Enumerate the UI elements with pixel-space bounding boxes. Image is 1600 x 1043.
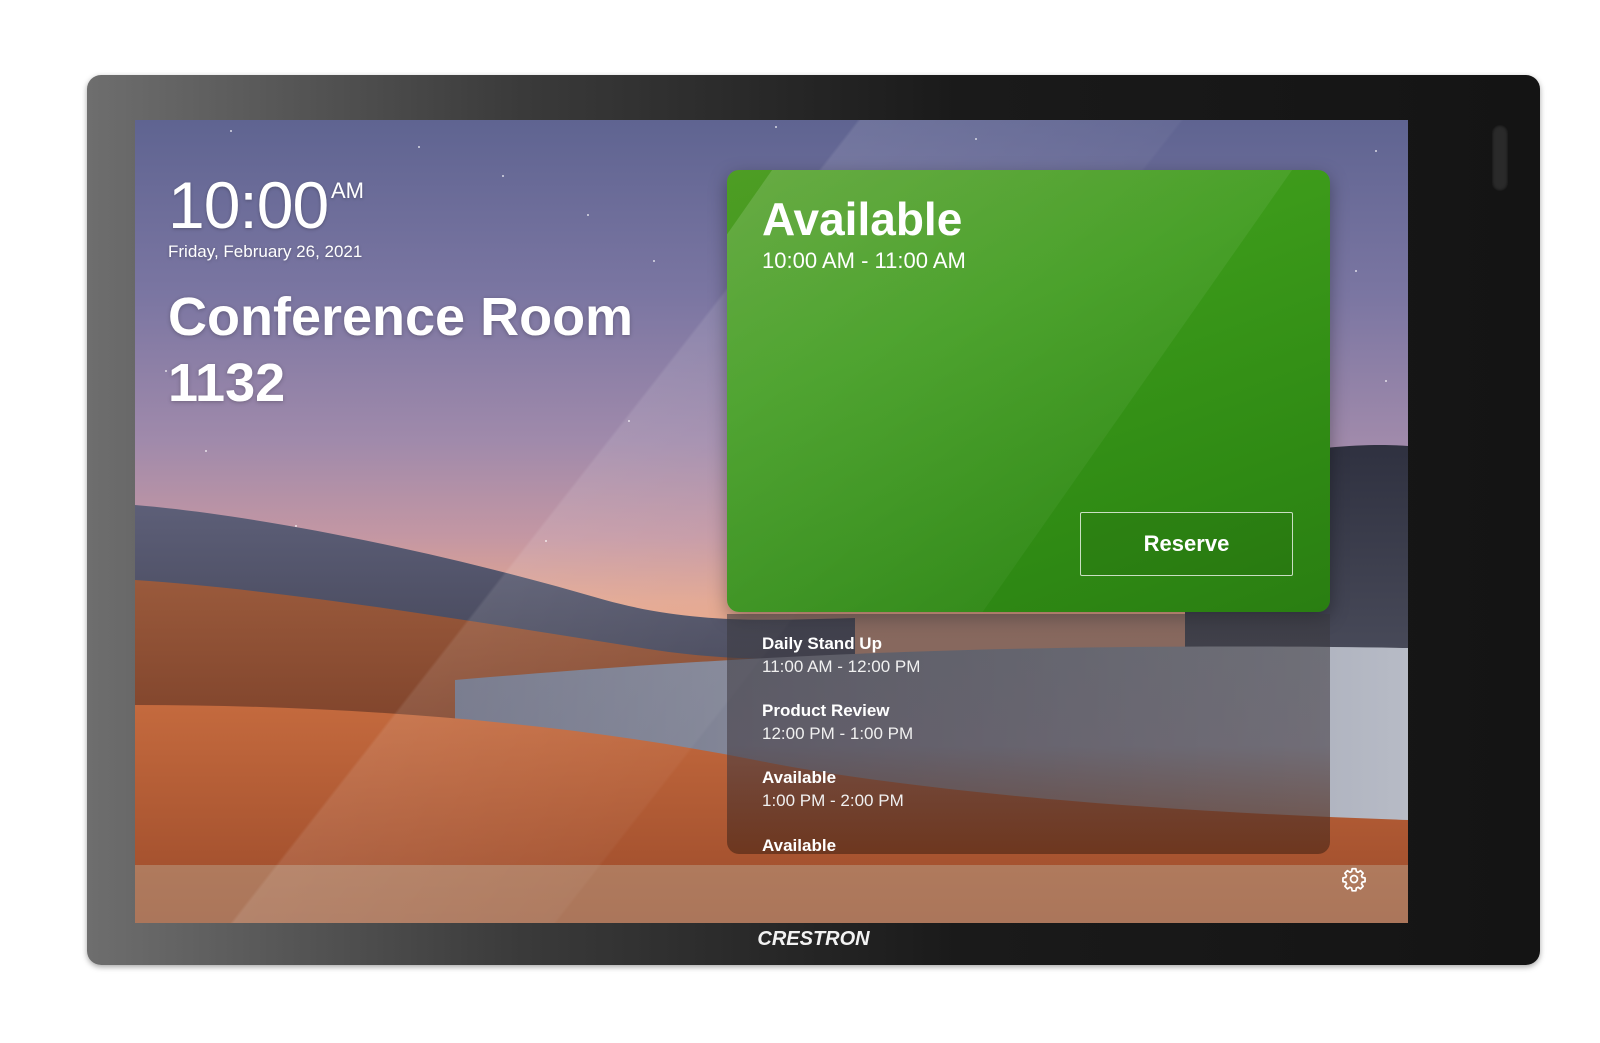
availability-card: Available 10:00 AM - 11:00 AM Reserve [727,170,1330,612]
schedule-item[interactable]: Available 1:00 PM - 2:00 PM [762,767,904,813]
availability-status: Available [762,193,963,245]
touch-panel-device: 10:00 AM Friday, February 26, 2021 Confe… [87,75,1540,965]
crestron-logo: CRESTRON [757,928,870,950]
clock-ampm: AM [331,178,364,203]
schedule-item-time: 1:00 PM - 2:00 PM [762,791,904,810]
schedule-item-title: Product Review [762,701,890,720]
schedule-item-title: Available [762,836,837,854]
proximity-sensor [1492,125,1508,191]
reserve-button[interactable]: Reserve [1080,512,1293,576]
schedule-item-time: 12:00 PM - 1:00 PM [762,724,914,743]
clock: 10:00 AM Friday, February 26, 2021 [168,170,364,262]
availability-time-range: 10:00 AM - 11:00 AM [762,248,966,273]
room-name: Conference Room 1132 [168,287,634,413]
gear-icon[interactable] [1341,866,1367,892]
schedule-item[interactable]: Available [762,835,836,854]
schedule-item[interactable]: Product Review 12:00 PM - 1:00 PM [762,700,913,746]
schedule-item-title: Daily Stand Up [762,634,882,653]
schedule-item[interactable]: Daily Stand Up 11:00 AM - 12:00 PM [762,633,920,679]
schedule-item-time: 11:00 AM - 12:00 PM [762,657,921,676]
schedule-item-title: Available [762,768,837,787]
clock-date: Friday, February 26, 2021 [168,242,363,261]
upcoming-schedule-list[interactable]: Daily Stand Up 11:00 AM - 12:00 PM Produ… [727,614,1330,854]
room-scheduler-screen: 10:00 AM Friday, February 26, 2021 Confe… [135,120,1408,923]
